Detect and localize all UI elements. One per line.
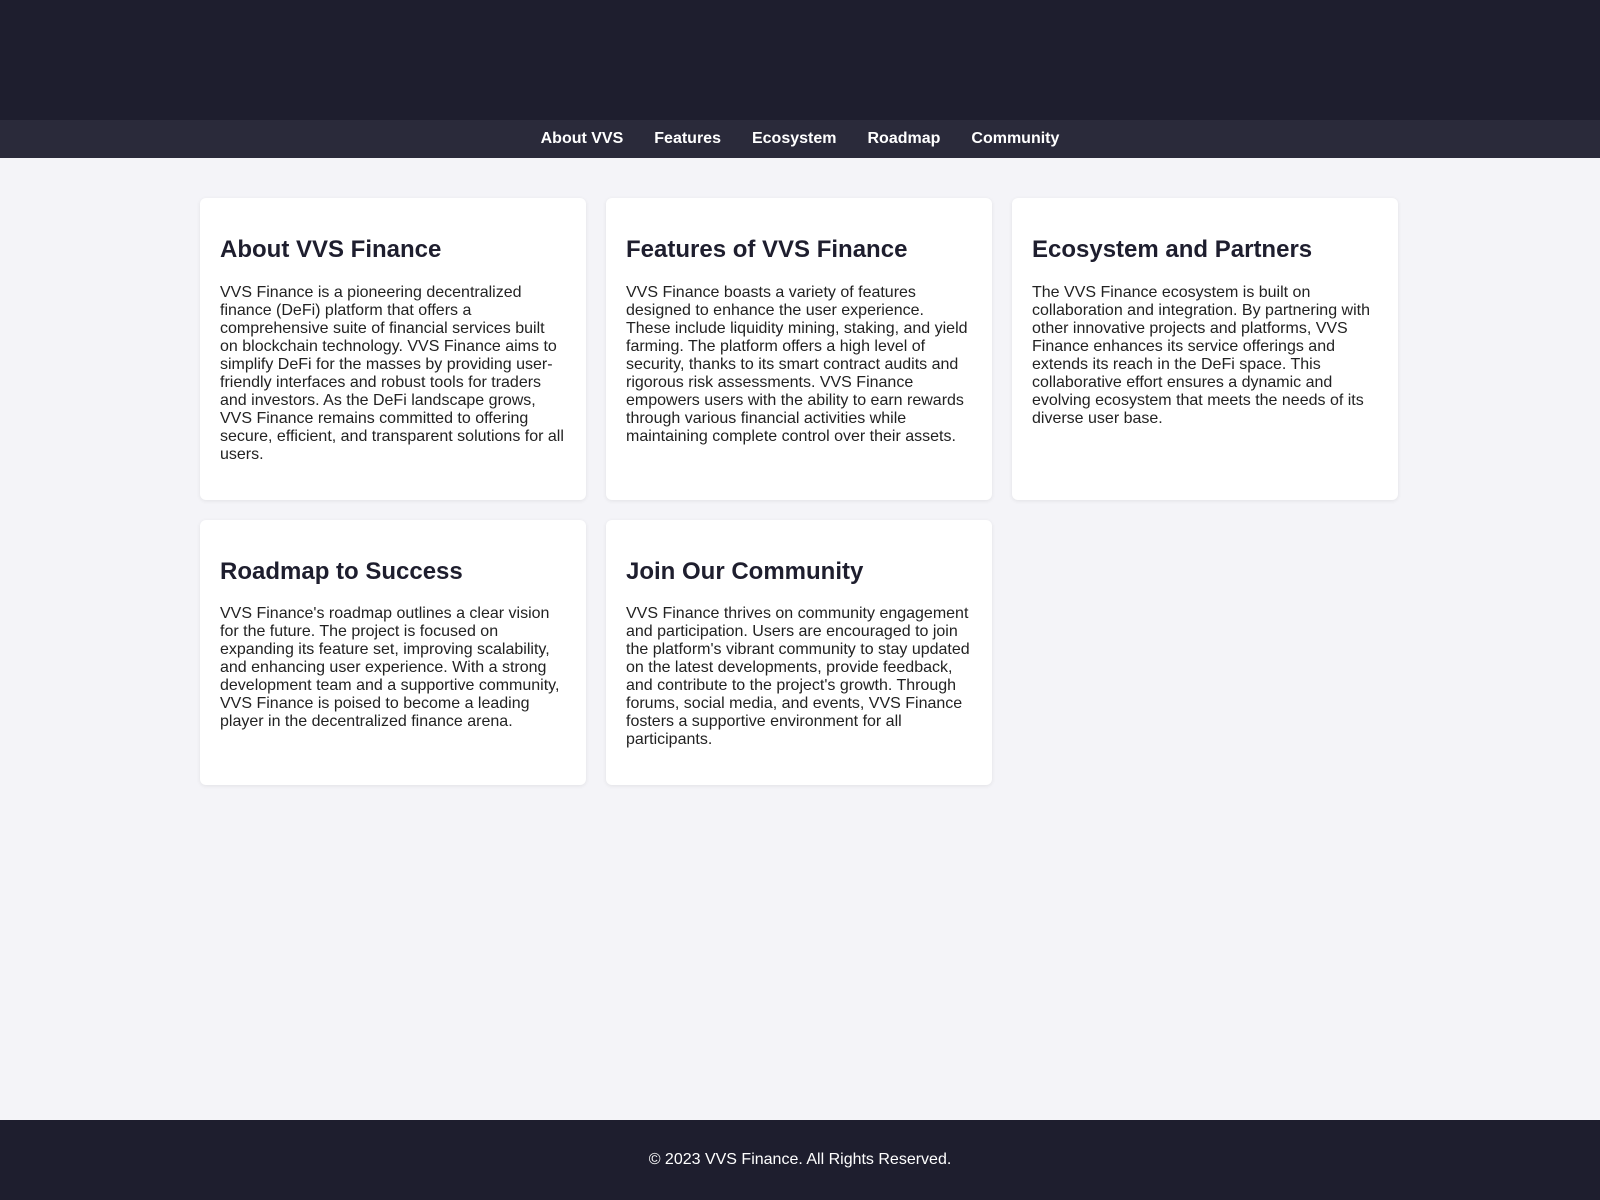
card-body: The VVS Finance ecosystem is built on co… [1032, 283, 1370, 427]
card-about: About VVS Finance VVS Finance is a pione… [200, 198, 586, 500]
card-grid: About VVS Finance VVS Finance is a pione… [200, 198, 1600, 786]
card-title: About VVS Finance [220, 236, 442, 263]
card-title: Join Our Community [626, 557, 864, 585]
nav-link-about[interactable]: About VVS [541, 130, 624, 148]
card-features: Features of VVS Finance VVS Finance boas… [606, 198, 992, 500]
header-banner [0, 0, 1600, 120]
card-community: Join Our Community VVS Finance thrives o… [606, 519, 992, 786]
card-ecosystem: Ecosystem and Partners The VVS Finance e… [1012, 198, 1398, 500]
card-body: VVS Finance's roadmap outlines a clear v… [220, 605, 560, 731]
card-roadmap: Roadmap to Success VVS Finance's roadmap… [200, 519, 586, 786]
card-body: VVS Finance boasts a variety of features… [626, 283, 968, 445]
nav-link-features[interactable]: Features [654, 130, 721, 148]
nav-link-roadmap[interactable]: Roadmap [867, 130, 940, 148]
card-title: Ecosystem and Partners [1032, 236, 1313, 263]
nav-link-ecosystem[interactable]: Ecosystem [752, 130, 837, 148]
footer-copyright: © 2023 VVS Finance. All Rights Reserved. [648, 1151, 952, 1168]
card-body: VVS Finance is a pioneering decentralize… [220, 283, 564, 463]
nav-link-community[interactable]: Community [971, 130, 1059, 148]
footer: © 2023 VVS Finance. All Rights Reserved. [0, 1120, 1600, 1200]
main-nav: About VVS Features Ecosystem Roadmap Com… [0, 120, 1600, 158]
card-title: Roadmap to Success [220, 557, 463, 585]
main-content: About VVS Finance VVS Finance is a pione… [0, 158, 1600, 1120]
card-title: Features of VVS Finance [626, 236, 908, 263]
card-body: VVS Finance thrives on community engagem… [626, 605, 970, 749]
page: About VVS Features Ecosystem Roadmap Com… [0, 0, 1600, 1200]
